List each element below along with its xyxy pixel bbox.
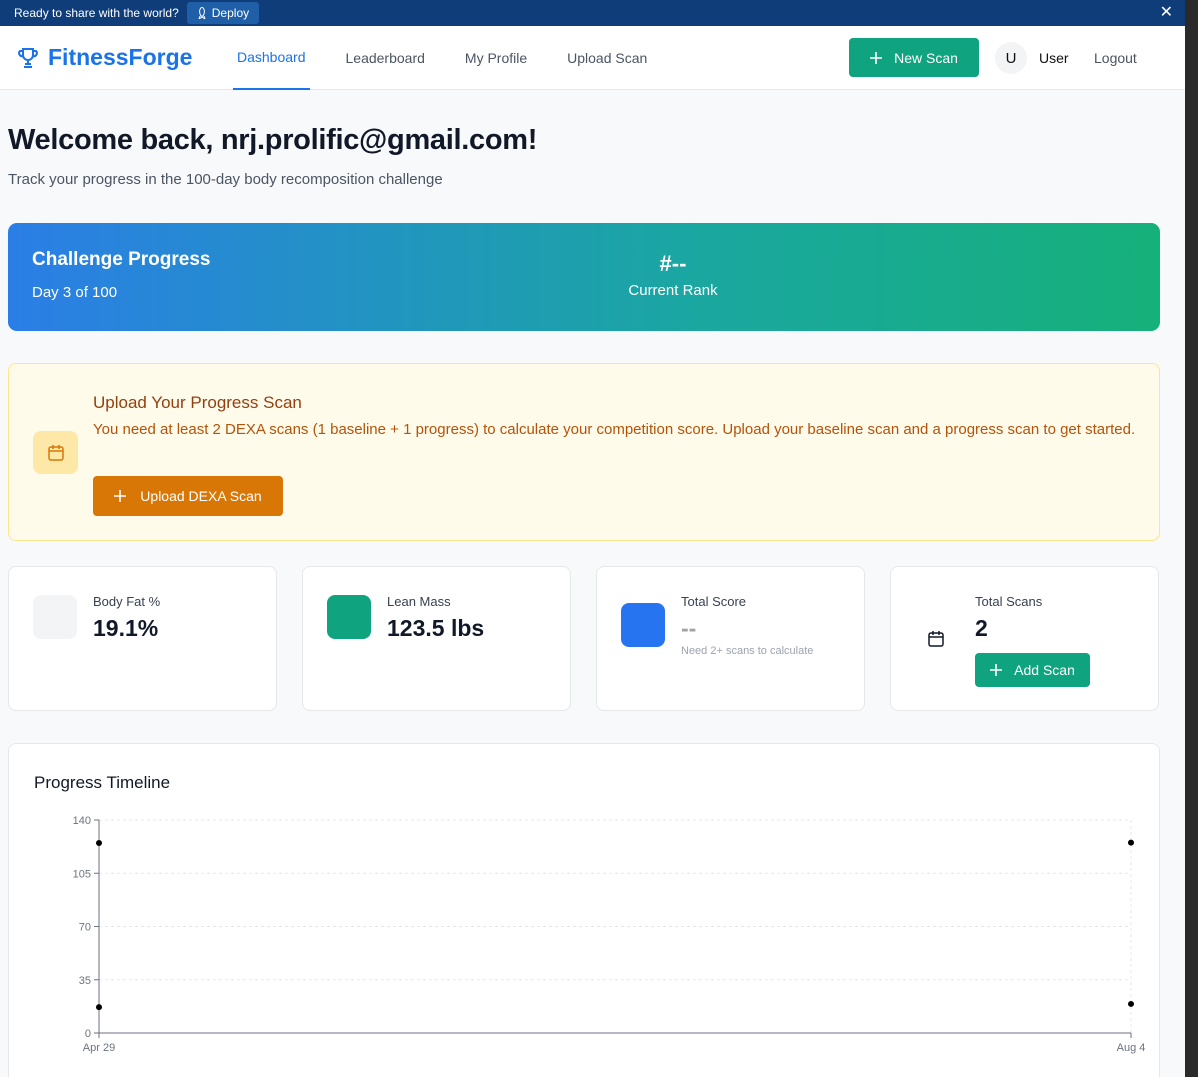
- challenge-title: Challenge Progress: [32, 249, 211, 270]
- brand-logo[interactable]: FitnessForge: [16, 44, 192, 71]
- x-tick-label: Apr 29: [83, 1042, 115, 1054]
- y-tick-label: 70: [79, 922, 91, 934]
- calendar-icon: [928, 631, 944, 647]
- avatar[interactable]: U: [995, 42, 1027, 74]
- add-scan-button[interactable]: Add Scan: [975, 653, 1090, 687]
- deploy-icon: [198, 7, 206, 19]
- nav-tabs: Dashboard Leaderboard My Profile Upload …: [233, 26, 683, 90]
- deploy-label: Deploy: [211, 6, 250, 20]
- page-subtitle: Track your progress in the 100-day body …: [8, 171, 443, 188]
- progress-timeline-card: Progress Timeline 0 35 70 105 140 Apr 29 Aug 4: [8, 743, 1160, 1077]
- upload-dexa-button[interactable]: Upload DEXA Scan: [93, 476, 283, 516]
- data-point: [96, 1004, 102, 1011]
- data-point: [1128, 1000, 1134, 1007]
- body-fat-card: Body Fat % 19.1%: [8, 566, 277, 711]
- lean-mass-value: 123.5 lbs: [387, 615, 485, 641]
- plus-icon: [990, 664, 1003, 676]
- lean-mass-swatch: [327, 595, 371, 639]
- banner-message: Ready to share with the world?: [14, 6, 179, 20]
- close-banner-icon[interactable]: ✕: [1160, 2, 1173, 22]
- total-scans-card: Total Scans 2 Add Scan: [890, 566, 1159, 711]
- add-scan-label: Add Scan: [1014, 662, 1075, 678]
- total-score-value: --: [681, 615, 697, 641]
- progress-chart: 0 35 70 105 140 Apr 29 Aug 4: [73, 815, 1146, 1054]
- upload-dexa-label: Upload DEXA Scan: [140, 488, 262, 504]
- tab-my-profile[interactable]: My Profile: [461, 26, 547, 90]
- plus-icon: [114, 490, 127, 502]
- body-fat-swatch: [33, 595, 77, 639]
- body-fat-value: 19.1%: [93, 615, 159, 641]
- calendar-icon: [47, 444, 64, 461]
- upload-notice-title: Upload Your Progress Scan: [93, 393, 302, 412]
- challenge-day: Day 3 of 100: [32, 284, 118, 301]
- new-scan-label: New Scan: [894, 49, 958, 66]
- deploy-banner: Ready to share with the world? Deploy ✕: [0, 0, 1185, 26]
- tab-leaderboard[interactable]: Leaderboard: [342, 26, 445, 90]
- logout-link[interactable]: Logout: [1094, 50, 1137, 66]
- y-tick-label: 105: [73, 868, 91, 880]
- x-tick-label: Aug 4: [1117, 1042, 1146, 1054]
- challenge-progress-banner: Challenge Progress Day 3 of 100 #-- Curr…: [8, 223, 1160, 331]
- user-name: User: [1039, 50, 1069, 66]
- upload-notice-description: You need at least 2 DEXA scans (1 baseli…: [93, 421, 1136, 438]
- deploy-button[interactable]: Deploy: [186, 2, 260, 24]
- data-point: [1128, 839, 1134, 846]
- current-rank-value: #--: [659, 251, 687, 276]
- body-fat-label: Body Fat %: [93, 594, 161, 609]
- y-tick-label: 140: [73, 815, 91, 827]
- total-score-label: Total Score: [681, 594, 747, 609]
- page-title: Welcome back, nrj.prolific@gmail.com!: [8, 124, 538, 156]
- current-rank-label: Current Rank: [628, 282, 718, 299]
- calendar-icon-box: [33, 431, 78, 474]
- window-edge: [1185, 0, 1198, 1077]
- total-score-swatch: [621, 603, 665, 647]
- lean-mass-label: Lean Mass: [387, 594, 451, 609]
- y-tick-label: 35: [79, 975, 91, 987]
- total-score-note: Need 2+ scans to calculate: [681, 645, 814, 657]
- new-scan-button[interactable]: New Scan: [849, 38, 979, 77]
- total-scans-value: 2: [975, 615, 988, 641]
- data-point: [96, 839, 102, 846]
- upload-scan-notice: Upload Your Progress Scan You need at le…: [8, 363, 1160, 541]
- navbar: FitnessForge Dashboard Leaderboard My Pr…: [0, 26, 1185, 90]
- brand-name: FitnessForge: [48, 44, 193, 70]
- total-scans-label: Total Scans: [975, 594, 1043, 609]
- trophy-icon: [18, 47, 38, 68]
- y-tick-label: 0: [85, 1028, 91, 1040]
- total-score-card: Total Score -- Need 2+ scans to calculat…: [596, 566, 865, 711]
- lean-mass-card: Lean Mass 123.5 lbs: [302, 566, 571, 711]
- tab-upload-scan[interactable]: Upload Scan: [563, 26, 667, 90]
- app: FitnessForge Dashboard Leaderboard My Pr…: [0, 26, 1185, 1077]
- tab-dashboard[interactable]: Dashboard: [233, 26, 310, 90]
- plus-icon: [870, 51, 883, 64]
